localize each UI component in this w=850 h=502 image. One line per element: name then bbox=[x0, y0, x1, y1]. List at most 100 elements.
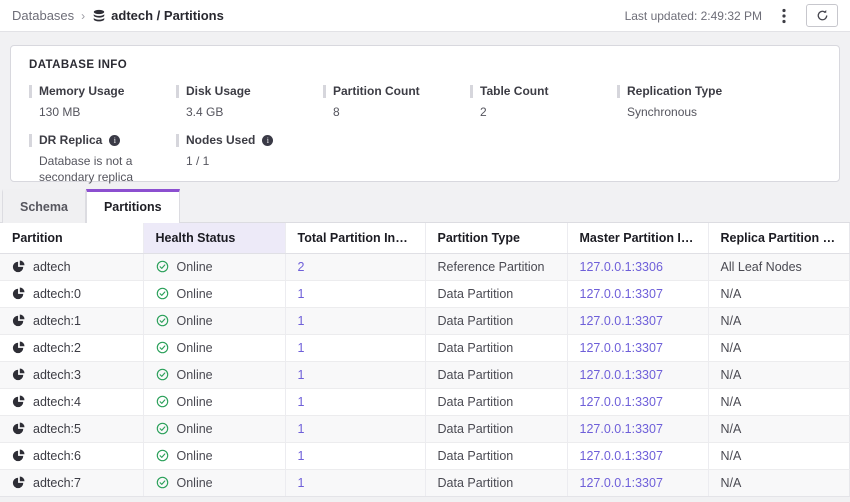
partition-type-text: Data Partition bbox=[438, 287, 514, 301]
table-row: adtech:3 Online 1 Data Partition 127.0.0… bbox=[0, 361, 849, 388]
partition-type-text: Reference Partition bbox=[438, 260, 545, 274]
total-instances-link[interactable]: 1 bbox=[298, 476, 305, 490]
total-instances-link[interactable]: 2 bbox=[298, 260, 305, 274]
stat-accent-bar bbox=[176, 134, 179, 147]
pie-chart-icon bbox=[12, 341, 25, 354]
column-header-total-partition-instances[interactable]: Total Partition Instances bbox=[285, 223, 425, 253]
stat-value: Synchronous bbox=[617, 104, 757, 120]
total-instances-link[interactable]: 1 bbox=[298, 395, 305, 409]
topbar-actions: Last updated: 2:49:32 PM bbox=[625, 4, 838, 27]
database-info-title: DATABASE INFO bbox=[29, 59, 821, 71]
table-row: adtech:5 Online 1 Data Partition 127.0.0… bbox=[0, 415, 849, 442]
partition-name: adtech:6 bbox=[33, 449, 81, 463]
total-instances-link[interactable]: 1 bbox=[298, 341, 305, 355]
master-instance-link[interactable]: 127.0.0.1:3307 bbox=[580, 449, 663, 463]
replica-instance-text: N/A bbox=[721, 287, 742, 301]
info-stat-memory-usage: Memory Usage 130 MB bbox=[29, 84, 176, 120]
partition-name: adtech:5 bbox=[33, 422, 81, 436]
table-row: adtech:1 Online 1 Data Partition 127.0.0… bbox=[0, 307, 849, 334]
info-stat-disk-usage: Disk Usage 3.4 GB bbox=[176, 84, 323, 120]
stat-value: 130 MB bbox=[29, 104, 169, 120]
table-row: adtech:6 Online 1 Data Partition 127.0.0… bbox=[0, 442, 849, 469]
replica-instance-text: N/A bbox=[721, 395, 742, 409]
breadcrumb-databases-link[interactable]: Databases bbox=[12, 8, 74, 23]
stat-accent-bar bbox=[470, 85, 473, 98]
refresh-button[interactable] bbox=[806, 4, 838, 27]
table-header-row: PartitionHealth StatusTotal Partition In… bbox=[0, 223, 849, 253]
partition-type-text: Data Partition bbox=[438, 422, 514, 436]
partition-name: adtech:7 bbox=[33, 476, 81, 490]
online-check-icon bbox=[156, 287, 169, 300]
stat-accent-bar bbox=[176, 85, 179, 98]
table-row: adtech Online 2 Reference Partition 127.… bbox=[0, 253, 849, 280]
master-instance-link[interactable]: 127.0.0.1:3307 bbox=[580, 314, 663, 328]
breadcrumb-current-label: adtech / Partitions bbox=[111, 8, 224, 23]
stat-value: 3.4 GB bbox=[176, 104, 316, 120]
stat-value: 1 / 1 bbox=[176, 153, 316, 169]
stat-value: Database is not a secondary replica bbox=[29, 153, 169, 185]
online-check-icon bbox=[156, 395, 169, 408]
master-instance-link[interactable]: 127.0.0.1:3306 bbox=[580, 260, 663, 274]
health-status-text: Online bbox=[177, 476, 213, 490]
health-status-text: Online bbox=[177, 341, 213, 355]
online-check-icon bbox=[156, 476, 169, 489]
top-bar: Databases › adtech / Partitions Last upd… bbox=[0, 0, 850, 32]
replica-instance-text: N/A bbox=[721, 449, 742, 463]
tab-partitions[interactable]: Partitions bbox=[86, 189, 180, 223]
stat-value: 8 bbox=[323, 104, 463, 120]
pie-chart-icon bbox=[12, 422, 25, 435]
database-icon bbox=[92, 9, 106, 23]
total-instances-link[interactable]: 1 bbox=[298, 314, 305, 328]
info-stat-replication-type: Replication Type Synchronous bbox=[617, 84, 764, 120]
online-check-icon bbox=[156, 449, 169, 462]
stat-label: DR Replica bbox=[39, 133, 102, 147]
info-icon[interactable] bbox=[262, 135, 273, 146]
info-icon[interactable] bbox=[109, 135, 120, 146]
tab-bar: SchemaPartitions bbox=[0, 189, 850, 222]
pie-chart-icon bbox=[12, 449, 25, 462]
replica-instance-text: N/A bbox=[721, 422, 742, 436]
stat-label: Nodes Used bbox=[186, 133, 255, 147]
health-status-text: Online bbox=[177, 422, 213, 436]
table-row: adtech:0 Online 1 Data Partition 127.0.0… bbox=[0, 280, 849, 307]
master-instance-link[interactable]: 127.0.0.1:3307 bbox=[580, 287, 663, 301]
health-status-text: Online bbox=[177, 287, 213, 301]
kebab-menu-button[interactable] bbox=[776, 6, 792, 26]
table-row: adtech:4 Online 1 Data Partition 127.0.0… bbox=[0, 388, 849, 415]
master-instance-link[interactable]: 127.0.0.1:3307 bbox=[580, 341, 663, 355]
master-instance-link[interactable]: 127.0.0.1:3307 bbox=[580, 422, 663, 436]
info-stat-partition-count: Partition Count 8 bbox=[323, 84, 470, 120]
partition-name: adtech:3 bbox=[33, 368, 81, 382]
column-header-health-status[interactable]: Health Status bbox=[143, 223, 285, 253]
stat-accent-bar bbox=[323, 85, 326, 98]
online-check-icon bbox=[156, 314, 169, 327]
partition-type-text: Data Partition bbox=[438, 395, 514, 409]
info-stat-table-count: Table Count 2 bbox=[470, 84, 617, 120]
column-header-partition[interactable]: Partition bbox=[0, 223, 143, 253]
column-header-replica-partition-instance[interactable]: Replica Partition Instance ... bbox=[708, 223, 849, 253]
replica-instance-text: N/A bbox=[721, 476, 742, 490]
stat-accent-bar bbox=[617, 85, 620, 98]
total-instances-link[interactable]: 1 bbox=[298, 287, 305, 301]
health-status-text: Online bbox=[177, 395, 213, 409]
partition-name: adtech:4 bbox=[33, 395, 81, 409]
health-status-text: Online bbox=[177, 449, 213, 463]
pie-chart-icon bbox=[12, 260, 25, 273]
replica-instance-text: N/A bbox=[721, 341, 742, 355]
total-instances-link[interactable]: 1 bbox=[298, 368, 305, 382]
table-row: adtech:2 Online 1 Data Partition 127.0.0… bbox=[0, 334, 849, 361]
column-header-partition-type[interactable]: Partition Type bbox=[425, 223, 567, 253]
total-instances-link[interactable]: 1 bbox=[298, 449, 305, 463]
tab-schema[interactable]: Schema bbox=[2, 189, 86, 223]
stat-accent-bar bbox=[29, 85, 32, 98]
master-instance-link[interactable]: 127.0.0.1:3307 bbox=[580, 476, 663, 490]
pie-chart-icon bbox=[12, 368, 25, 381]
total-instances-link[interactable]: 1 bbox=[298, 422, 305, 436]
master-instance-link[interactable]: 127.0.0.1:3307 bbox=[580, 368, 663, 382]
master-instance-link[interactable]: 127.0.0.1:3307 bbox=[580, 395, 663, 409]
partition-name: adtech:1 bbox=[33, 314, 81, 328]
pie-chart-icon bbox=[12, 395, 25, 408]
stat-value: 2 bbox=[470, 104, 610, 120]
info-stat-dr-replica: DR Replica Database is not a secondary r… bbox=[29, 133, 176, 185]
column-header-master-partition-instance[interactable]: Master Partition Instance ... bbox=[567, 223, 708, 253]
